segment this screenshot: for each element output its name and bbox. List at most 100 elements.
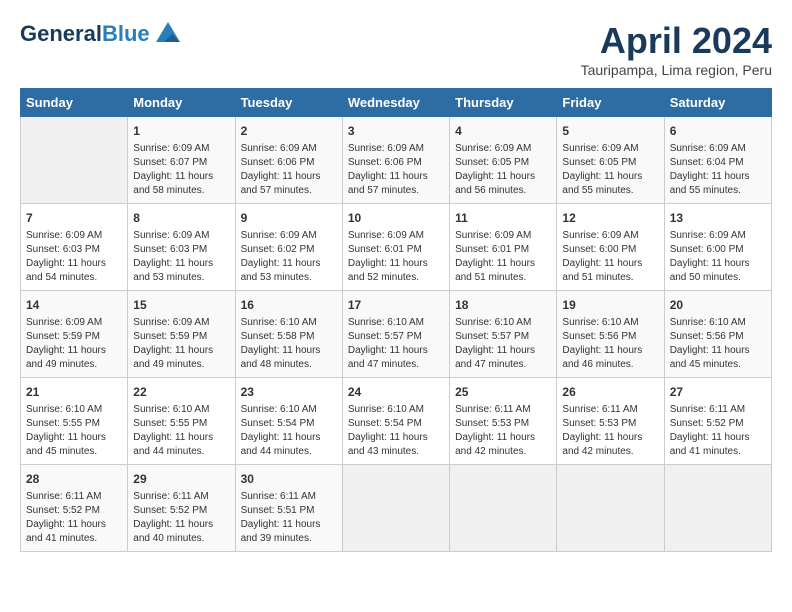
week-row-3: 14Sunrise: 6:09 AM Sunset: 5:59 PM Dayli… (21, 291, 772, 378)
day-cell: 9Sunrise: 6:09 AM Sunset: 6:02 PM Daylig… (235, 204, 342, 291)
day-info: Sunrise: 6:09 AM Sunset: 6:05 PM Dayligh… (455, 142, 551, 198)
day-number: 7 (26, 209, 122, 227)
day-cell: 25Sunrise: 6:11 AM Sunset: 5:53 PM Dayli… (450, 378, 557, 465)
day-number: 22 (133, 383, 229, 401)
week-row-1: 1 Sunrise: 6:09 AM Sunset: 6:07 PM Daylig… (21, 117, 772, 204)
day-info: Sunrise: 6:10 AM Sunset: 5:55 PM Dayligh… (26, 403, 122, 459)
day-number: 19 (562, 296, 658, 314)
day-info: Sunrise: 6:09 AM Sunset: 6:00 PM Dayligh… (562, 229, 658, 285)
day-number: 20 (670, 296, 766, 314)
week-row-4: 21 Sunrise: 6:10 AM Sunset: 5:55 PM Dayli… (21, 378, 772, 465)
day-cell: 30Sunrise: 6:11 AM Sunset: 5:51 PM Dayli… (235, 465, 342, 552)
calendar-header: SundayMondayTuesdayWednesdayThursdayFrid… (21, 89, 772, 117)
day-number: 4 (455, 122, 551, 140)
day-number: 11 (455, 209, 551, 227)
day-info: Sunrise: 6:09 AM Sunset: 6:06 PM Dayligh… (241, 142, 337, 198)
day-cell: 18 Sunrise: 6:10 AM Sunset: 5:57 PM Dayli… (450, 291, 557, 378)
week-row-2: 7 Sunrise: 6:09 AM Sunset: 6:03 PM Daylig… (21, 204, 772, 291)
day-cell: 12 Sunrise: 6:09 AM Sunset: 6:00 PM Dayli… (557, 204, 664, 291)
day-info: Sunrise: 6:10 AM Sunset: 5:56 PM Dayligh… (562, 316, 658, 372)
day-number: 27 (670, 383, 766, 401)
day-number: 12 (562, 209, 658, 227)
day-cell: 8 Sunrise: 6:09 AM Sunset: 6:03 PM Daylig… (128, 204, 235, 291)
day-cell: 27Sunrise: 6:11 AM Sunset: 5:52 PM Dayli… (664, 378, 771, 465)
day-info: Sunrise: 6:09 AM Sunset: 6:04 PM Dayligh… (670, 142, 766, 198)
day-info: Sunrise: 6:10 AM Sunset: 5:55 PM Dayligh… (133, 403, 229, 459)
day-info: Sunrise: 6:10 AM Sunset: 5:54 PM Dayligh… (241, 403, 337, 459)
week-row-5: 28 Sunrise: 6:11 AM Sunset: 5:52 PM Dayli… (21, 465, 772, 552)
day-info: Sunrise: 6:11 AM Sunset: 5:52 PM Dayligh… (26, 490, 122, 546)
day-info: Sunrise: 6:09 AM Sunset: 6:01 PM Dayligh… (455, 229, 551, 285)
day-cell: 7 Sunrise: 6:09 AM Sunset: 6:03 PM Daylig… (21, 204, 128, 291)
day-info: Sunrise: 6:09 AM Sunset: 6:03 PM Dayligh… (133, 229, 229, 285)
day-number: 21 (26, 383, 122, 401)
day-number: 15 (133, 296, 229, 314)
header-cell-wednesday: Wednesday (342, 89, 449, 117)
logo: GeneralBlue (20, 20, 182, 48)
day-number: 16 (241, 296, 337, 314)
day-info: Sunrise: 6:09 AM Sunset: 6:01 PM Dayligh… (348, 229, 444, 285)
day-info: Sunrise: 6:09 AM Sunset: 6:06 PM Dayligh… (348, 142, 444, 198)
day-info: Sunrise: 6:09 AM Sunset: 6:03 PM Dayligh… (26, 229, 122, 285)
day-number: 17 (348, 296, 444, 314)
day-cell: 19 Sunrise: 6:10 AM Sunset: 5:56 PM Dayli… (557, 291, 664, 378)
day-number: 18 (455, 296, 551, 314)
day-number: 30 (241, 470, 337, 488)
day-info: Sunrise: 6:11 AM Sunset: 5:52 PM Dayligh… (133, 490, 229, 546)
day-info: Sunrise: 6:09 AM Sunset: 6:07 PM Dayligh… (133, 142, 229, 198)
day-info: Sunrise: 6:10 AM Sunset: 5:57 PM Dayligh… (455, 316, 551, 372)
location-subtitle: Tauripampa, Lima region, Peru (581, 62, 772, 78)
day-cell: 24 Sunrise: 6:10 AM Sunset: 5:54 PM Dayli… (342, 378, 449, 465)
day-number: 13 (670, 209, 766, 227)
title-block: April 2024 Tauripampa, Lima region, Peru (581, 20, 772, 78)
month-year-title: April 2024 (581, 20, 772, 62)
day-info: Sunrise: 6:09 AM Sunset: 6:02 PM Dayligh… (241, 229, 337, 285)
day-info: Sunrise: 6:10 AM Sunset: 5:57 PM Dayligh… (348, 316, 444, 372)
day-number: 8 (133, 209, 229, 227)
day-cell: 28 Sunrise: 6:11 AM Sunset: 5:52 PM Dayli… (21, 465, 128, 552)
day-cell: 10 Sunrise: 6:09 AM Sunset: 6:01 PM Dayli… (342, 204, 449, 291)
day-cell: 23 Sunrise: 6:10 AM Sunset: 5:54 PM Dayli… (235, 378, 342, 465)
day-number: 28 (26, 470, 122, 488)
day-info: Sunrise: 6:10 AM Sunset: 5:56 PM Dayligh… (670, 316, 766, 372)
day-number: 10 (348, 209, 444, 227)
header-cell-monday: Monday (128, 89, 235, 117)
day-cell (557, 465, 664, 552)
logo-text: GeneralBlue (20, 22, 150, 46)
header-cell-tuesday: Tuesday (235, 89, 342, 117)
day-cell (664, 465, 771, 552)
day-cell: 26Sunrise: 6:11 AM Sunset: 5:53 PM Dayli… (557, 378, 664, 465)
day-cell (342, 465, 449, 552)
day-number: 2 (241, 122, 337, 140)
header-row: SundayMondayTuesdayWednesdayThursdayFrid… (21, 89, 772, 117)
day-info: Sunrise: 6:09 AM Sunset: 6:00 PM Dayligh… (670, 229, 766, 285)
page-header: GeneralBlue April 2024 Tauripampa, Lima … (20, 20, 772, 78)
day-cell: 4 Sunrise: 6:09 AM Sunset: 6:05 PM Daylig… (450, 117, 557, 204)
day-number: 29 (133, 470, 229, 488)
day-number: 24 (348, 383, 444, 401)
day-cell: 1 Sunrise: 6:09 AM Sunset: 6:07 PM Daylig… (128, 117, 235, 204)
day-cell (21, 117, 128, 204)
day-number: 25 (455, 383, 551, 401)
day-number: 1 (133, 122, 229, 140)
day-cell: 5Sunrise: 6:09 AM Sunset: 6:05 PM Daylig… (557, 117, 664, 204)
day-info: Sunrise: 6:09 AM Sunset: 5:59 PM Dayligh… (26, 316, 122, 372)
day-cell: 20 Sunrise: 6:10 AM Sunset: 5:56 PM Dayli… (664, 291, 771, 378)
header-cell-sunday: Sunday (21, 89, 128, 117)
header-cell-saturday: Saturday (664, 89, 771, 117)
calendar-body: 1 Sunrise: 6:09 AM Sunset: 6:07 PM Daylig… (21, 117, 772, 552)
day-number: 26 (562, 383, 658, 401)
day-number: 6 (670, 122, 766, 140)
day-number: 23 (241, 383, 337, 401)
day-cell: 22 Sunrise: 6:10 AM Sunset: 5:55 PM Dayli… (128, 378, 235, 465)
day-cell: 14Sunrise: 6:09 AM Sunset: 5:59 PM Dayli… (21, 291, 128, 378)
day-info: Sunrise: 6:10 AM Sunset: 5:54 PM Dayligh… (348, 403, 444, 459)
header-cell-friday: Friday (557, 89, 664, 117)
day-cell (450, 465, 557, 552)
day-cell: 17 Sunrise: 6:10 AM Sunset: 5:57 PM Dayli… (342, 291, 449, 378)
day-cell: 21 Sunrise: 6:10 AM Sunset: 5:55 PM Dayli… (21, 378, 128, 465)
day-number: 5 (562, 122, 658, 140)
day-cell: 29 Sunrise: 6:11 AM Sunset: 5:52 PM Dayli… (128, 465, 235, 552)
day-cell: 2 Sunrise: 6:09 AM Sunset: 6:06 PM Daylig… (235, 117, 342, 204)
day-info: Sunrise: 6:09 AM Sunset: 5:59 PM Dayligh… (133, 316, 229, 372)
